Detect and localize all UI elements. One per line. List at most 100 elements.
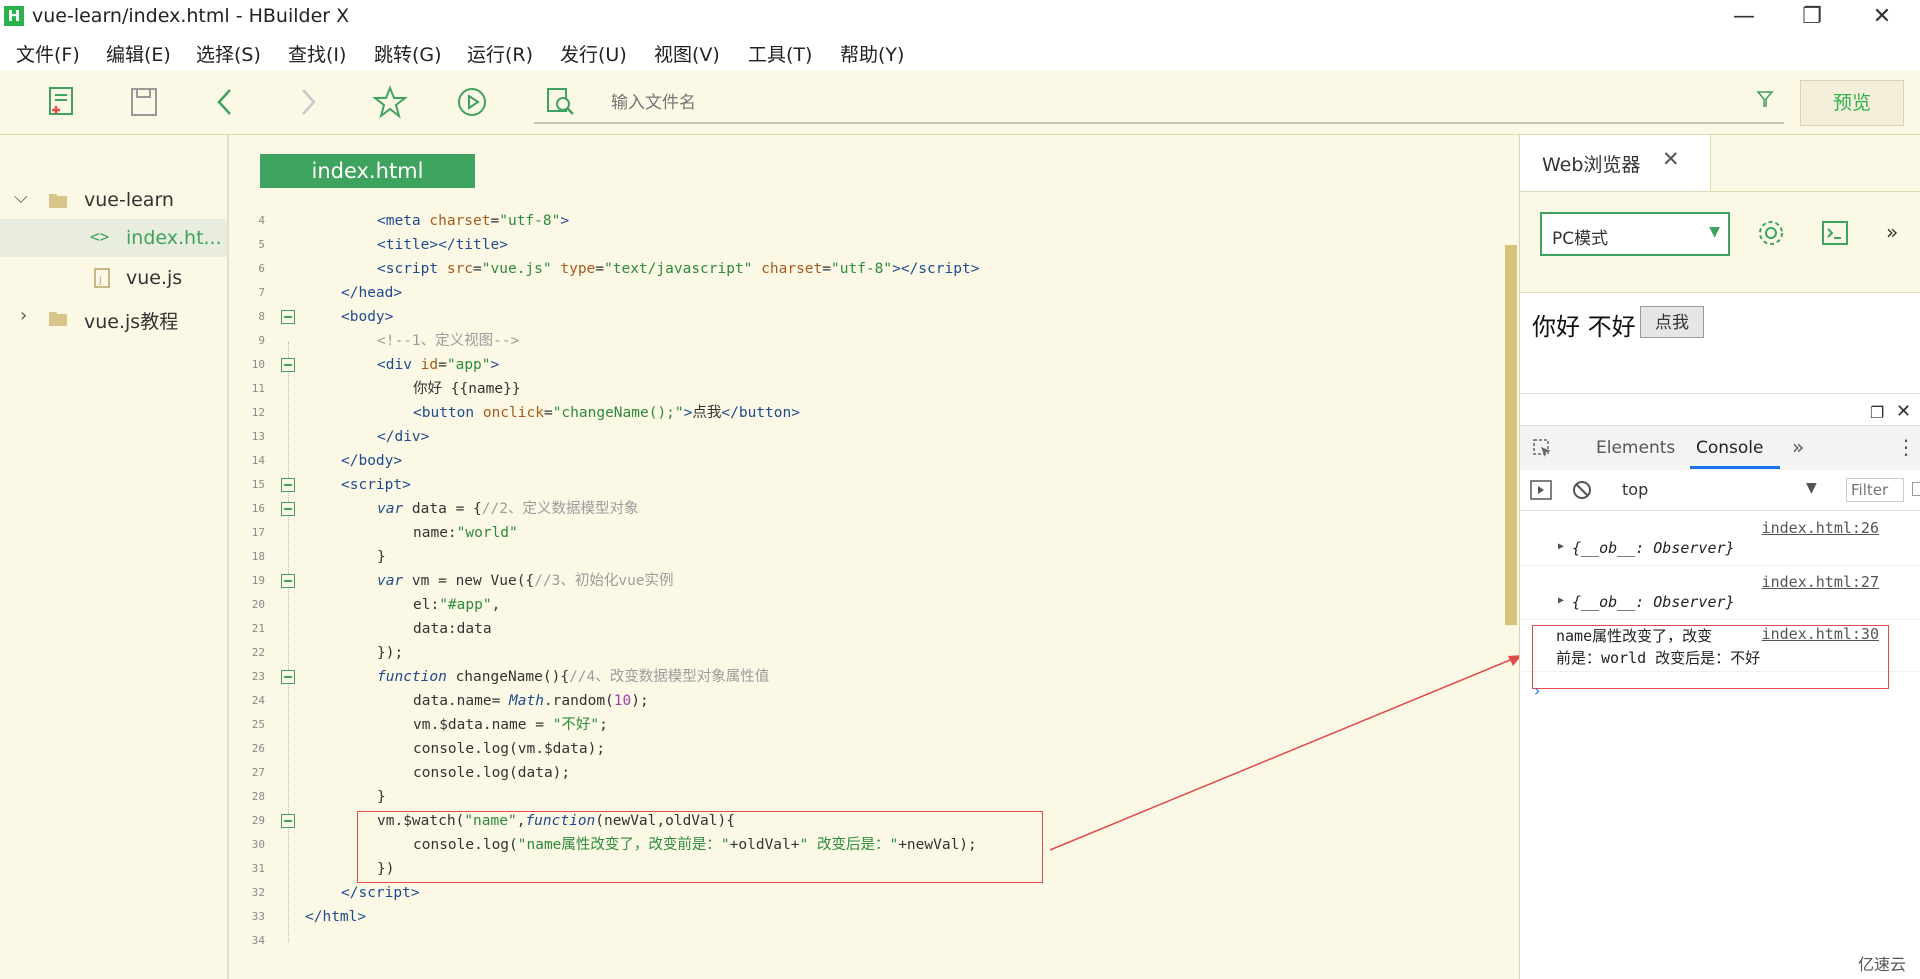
editor-tab-index-html[interactable]: index.html	[260, 154, 475, 188]
console-log-entry: index.html:26 ▶ {__ob__: Observer}	[1520, 511, 1920, 566]
log-source-link[interactable]: index.html:26	[1762, 519, 1879, 537]
menu-select[interactable]: 选择(S)	[196, 40, 261, 67]
tree-item-vue-tutorial[interactable]: › vue.js教程	[0, 299, 227, 337]
menu-file[interactable]: 文件(F)	[16, 40, 80, 67]
fold-toggle-icon[interactable]	[281, 574, 295, 588]
highlight-log-box	[1532, 625, 1889, 689]
console-toolbar: top ▼	[1520, 470, 1920, 511]
code-line: 17 name:"world"	[251, 525, 518, 541]
fold-toggle-icon[interactable]	[281, 502, 295, 516]
sidebar-toggle-icon[interactable]	[1530, 480, 1552, 500]
expand-triangle-icon[interactable]: ▶	[1558, 541, 1564, 552]
browser-tab-bar: Web浏览器 ✕	[1520, 135, 1920, 192]
code-line: 14 </body>	[251, 453, 403, 469]
code-line: 6 <script src="vue.js" type="text/javascr…	[258, 261, 980, 277]
folder-icon	[49, 194, 67, 208]
file-search-box	[534, 82, 1784, 124]
rendered-page-text: 你好 不好	[1532, 313, 1636, 341]
svg-text:J: J	[98, 276, 102, 286]
menu-help[interactable]: 帮助(Y)	[840, 40, 904, 67]
menu-tools[interactable]: 工具(T)	[748, 40, 812, 67]
hbuilder-logo-icon: H	[4, 6, 24, 26]
file-search-icon	[547, 88, 574, 115]
star-icon[interactable]	[372, 84, 408, 120]
menu-find[interactable]: 查找(I)	[288, 40, 346, 67]
code-line: 7 </head>	[258, 285, 403, 301]
fold-toggle-icon[interactable]	[281, 478, 295, 492]
gear-icon[interactable]	[1756, 218, 1786, 248]
code-line: 10 <div id="app">	[251, 357, 500, 373]
code-line: 20 el:"#app",	[251, 597, 501, 613]
folder-icon	[49, 312, 67, 326]
preview-button[interactable]: 预览	[1800, 80, 1904, 126]
checkbox-icon[interactable]	[1912, 482, 1920, 496]
tree-item-vue-learn[interactable]: ⌵ vue-learn	[0, 181, 227, 219]
chevron-right-icon[interactable]: ›	[20, 305, 27, 326]
window-title: vue-learn/index.html - HBuilder X	[32, 5, 350, 27]
code-line: 9 <!--1、定义视图-->	[258, 333, 520, 349]
devtools-tabs: Elements Console » ⋮	[1520, 425, 1920, 471]
chevron-down-icon[interactable]: ⌵	[14, 187, 28, 208]
log-object[interactable]: {__ob__: Observer}	[1572, 539, 1735, 557]
new-file-icon[interactable]	[44, 84, 80, 120]
rendered-click-button[interactable]: 点我	[1640, 306, 1704, 338]
fold-toggle-icon[interactable]	[281, 670, 295, 684]
console-filter-input[interactable]	[1846, 478, 1904, 502]
save-icon[interactable]	[126, 84, 162, 120]
tree-label: index.ht...	[126, 227, 222, 249]
log-object[interactable]: {__ob__: Observer}	[1572, 593, 1735, 611]
console-prompt-icon[interactable]: ›	[1534, 681, 1540, 700]
fold-toggle-icon[interactable]	[281, 358, 295, 372]
fold-toggle-icon[interactable]	[281, 814, 295, 828]
clear-console-icon[interactable]	[1572, 480, 1592, 500]
menu-goto[interactable]: 跳转(G)	[374, 40, 442, 67]
code-line: 33 </html>	[251, 909, 367, 925]
code-line: 4 <meta charset="utf-8">	[258, 213, 570, 229]
forward-icon[interactable]	[290, 84, 326, 120]
project-explorer: ⌵ vue-learn <> index.ht... J vue.js › vu…	[0, 135, 229, 979]
log-source-link[interactable]: index.html:27	[1762, 573, 1879, 591]
restore-button[interactable]: ❐	[1784, 2, 1840, 32]
tab-elements[interactable]: Elements	[1596, 438, 1675, 458]
code-line: 21 data:data	[251, 621, 492, 637]
expand-triangle-icon[interactable]: ▶	[1558, 595, 1564, 606]
menu-publish[interactable]: 发行(U)	[560, 40, 627, 67]
file-search-input[interactable]	[609, 88, 1663, 118]
mode-select-value: PC模式	[1552, 229, 1609, 249]
code-line: 5 <title></title>	[258, 237, 508, 253]
title-bar: H vue-learn/index.html - HBuilder X — ❐ …	[0, 0, 1920, 34]
filter-icon[interactable]	[1756, 90, 1774, 108]
vertical-scrollbar[interactable]	[1505, 245, 1517, 625]
browser-tab[interactable]: Web浏览器 ✕	[1520, 135, 1711, 191]
tree-item-index-html[interactable]: <> index.ht...	[0, 219, 227, 257]
more-tabs-icon[interactable]: »	[1792, 435, 1804, 459]
rendered-page: 你好 不好 点我	[1520, 293, 1920, 394]
menu-run[interactable]: 运行(R)	[467, 40, 533, 67]
context-dropdown-icon[interactable]: ▼	[1806, 480, 1817, 496]
menu-edit[interactable]: 编辑(E)	[106, 40, 171, 67]
context-select[interactable]: top	[1622, 480, 1648, 499]
fold-toggle-icon[interactable]	[281, 310, 295, 324]
minimize-button[interactable]: —	[1716, 2, 1772, 32]
mode-select[interactable]: PC模式 ▼	[1540, 212, 1730, 256]
tab-console[interactable]: Console	[1696, 438, 1764, 458]
close-devtools-icon[interactable]: ✕	[1896, 401, 1911, 422]
devtools-panel: ❐ ✕ Elements Console » ⋮ top ▼ Filter in…	[1520, 395, 1920, 979]
run-icon[interactable]	[454, 84, 490, 120]
inspect-icon[interactable]	[1532, 438, 1554, 460]
more-icon[interactable]: »	[1886, 220, 1898, 244]
terminal-icon[interactable]	[1820, 218, 1850, 248]
js-file-icon: J	[94, 268, 110, 288]
code-line: 11 你好 {{name}}	[251, 381, 521, 397]
back-icon[interactable]	[208, 84, 244, 120]
code-line: 18}	[251, 549, 386, 565]
code-line: 15 <script>	[251, 477, 411, 493]
tree-item-vue-js[interactable]: J vue.js	[0, 259, 227, 297]
kebab-menu-icon[interactable]: ⋮	[1896, 435, 1916, 459]
watermark: 亿速云	[1857, 955, 1906, 974]
close-icon[interactable]: ✕	[1662, 147, 1680, 171]
close-window-button[interactable]: ✕	[1854, 2, 1910, 32]
code-line: 32 </script>	[251, 885, 420, 901]
undock-icon[interactable]: ❐	[1870, 403, 1884, 422]
menu-view[interactable]: 视图(V)	[654, 40, 720, 67]
